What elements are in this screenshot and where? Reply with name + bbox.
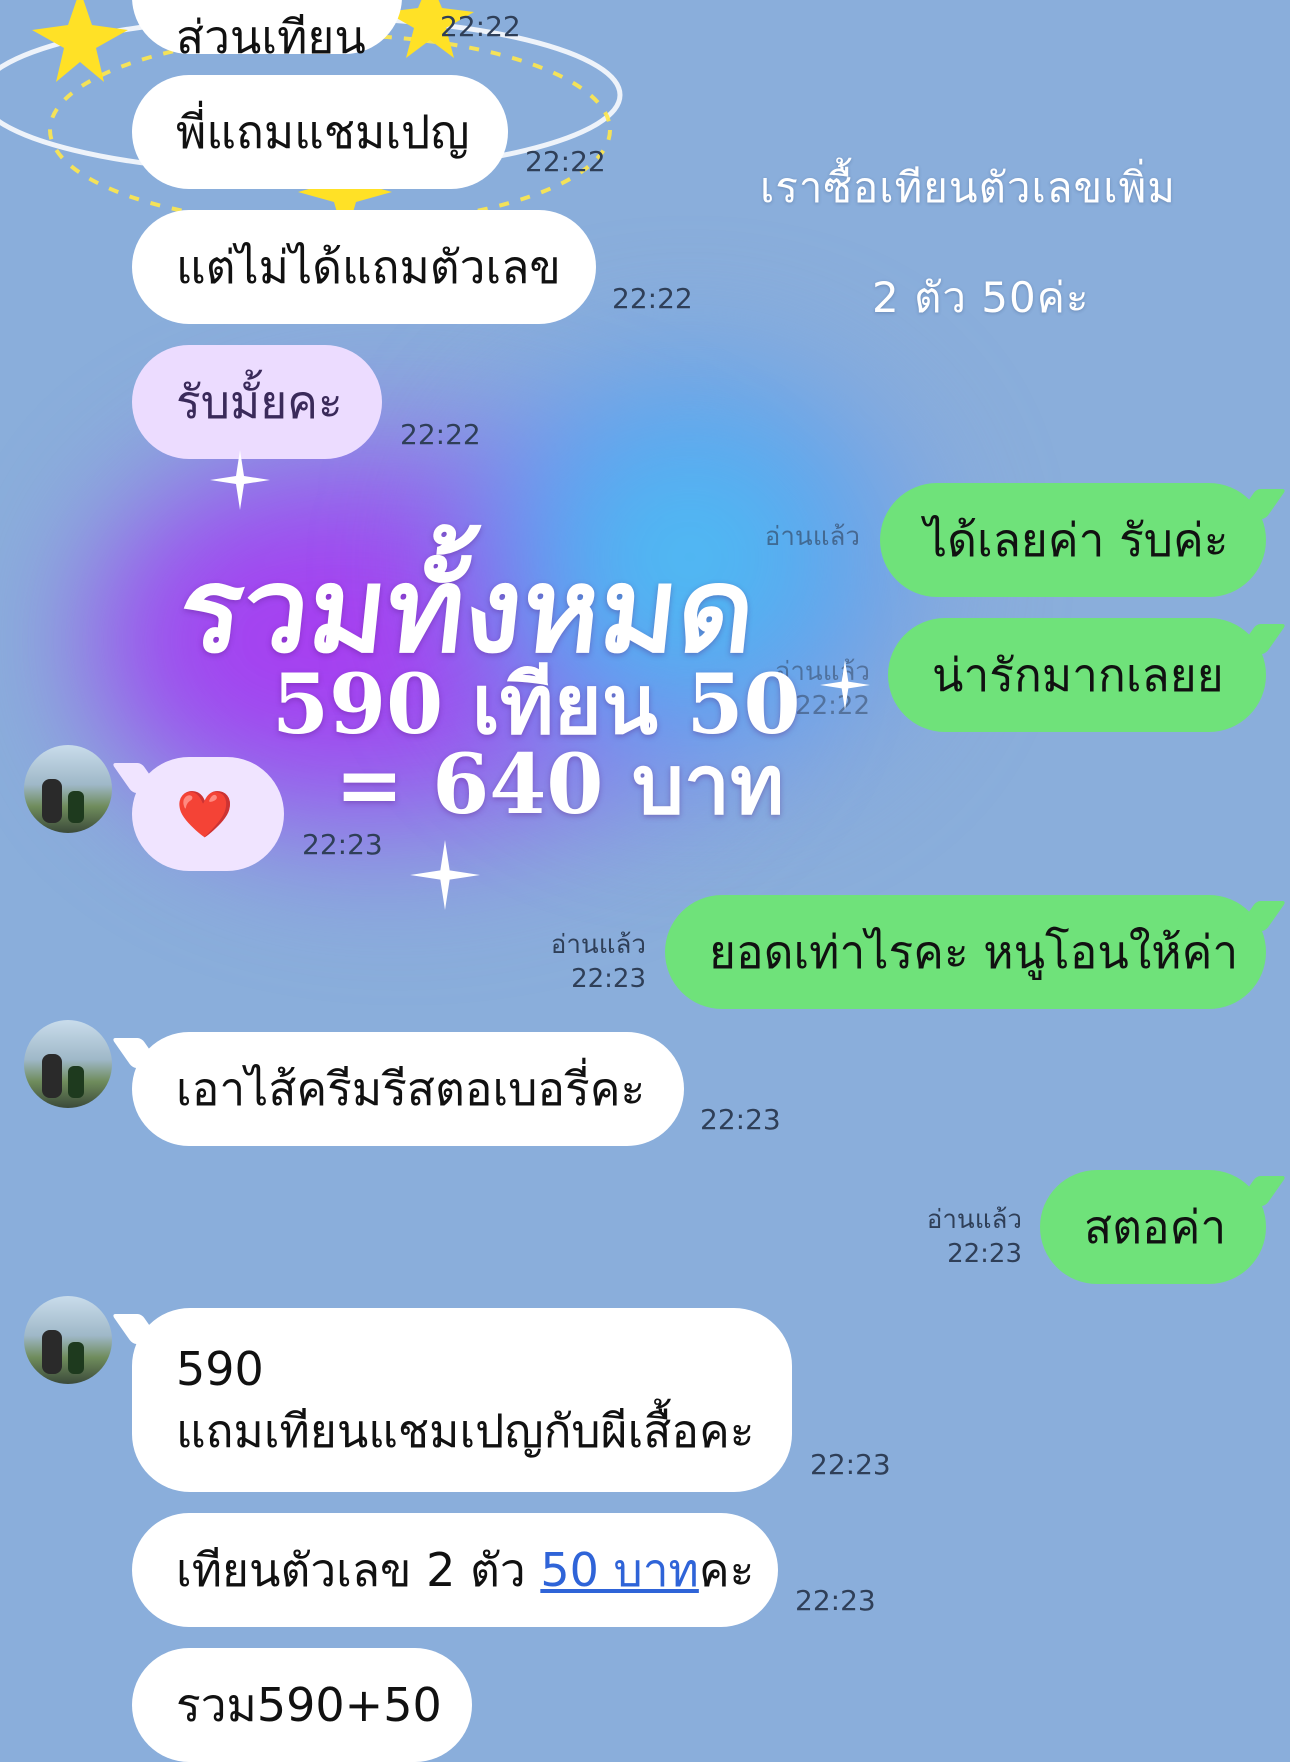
note-line-1: เราซื้อเทียนตัวเลขเพิ่ม	[760, 163, 1176, 212]
read-receipt: อ่านแล้ว 22:23	[530, 928, 646, 996]
outgoing-message[interactable]: น่ารักมากเลยย	[888, 618, 1266, 732]
message-text: รวม590+50	[176, 1677, 442, 1732]
message-time: 22:22	[400, 418, 481, 451]
sparkle-icon	[820, 660, 870, 710]
message-text: พี่แถมแชมเปญ	[176, 104, 470, 159]
outgoing-message[interactable]: ได้เลยค่า รับค่ะ	[880, 483, 1266, 597]
incoming-message[interactable]: ❤️	[132, 757, 284, 871]
sparkle-icon	[210, 450, 270, 510]
message-time: 22:22	[440, 10, 521, 43]
message-text: สตอค่า	[1084, 1199, 1227, 1254]
incoming-message[interactable]: เทียนตัวเลข 2 ตัว 50 บาท คะ	[132, 1513, 778, 1627]
message-text: ส่วนเทียน	[176, 9, 366, 64]
message-time: 22:22	[525, 145, 606, 178]
message-line-1: 590	[176, 1342, 264, 1396]
read-time: 22:23	[571, 964, 646, 994]
incoming-message[interactable]: รวม590+50	[132, 1648, 472, 1762]
contact-avatar[interactable]	[24, 1296, 112, 1384]
outgoing-message[interactable]: สตอค่า	[1040, 1170, 1266, 1284]
message-text: เอาไส้ครีมรีสตอเบอรี่คะ	[176, 1061, 646, 1116]
message-time: 22:22	[612, 282, 693, 315]
incoming-message[interactable]: แต่ไม่ได้แถมตัวเลข	[132, 210, 596, 324]
message-time: 22:23	[810, 1448, 891, 1481]
incoming-message[interactable]: พี่แถมแชมเปญ	[132, 75, 508, 189]
contact-avatar[interactable]	[24, 745, 112, 833]
note-line-2: 2 ตัว 50ค่ะ	[872, 273, 1090, 322]
read-receipt: อ่านแล้ว 22:23	[900, 1203, 1022, 1271]
message-text: ยอดเท่าไรคะ หนูโอนให้ค่า	[709, 924, 1239, 979]
sparkle-icon	[410, 840, 480, 910]
heart-emoji: ❤️	[176, 786, 234, 841]
overlay-sum-line: = 640 บาท	[335, 737, 785, 833]
message-text: ได้เลยค่า รับค่ะ	[924, 512, 1229, 567]
message-line-2: แถมเทียนแชมเปญกับผีเสื้อคะ	[176, 1404, 755, 1458]
incoming-message[interactable]: ส่วนเทียน	[132, 0, 402, 64]
message-time: 22:23	[795, 1584, 876, 1617]
message-text: น่ารักมากเลยย	[932, 647, 1224, 702]
outgoing-message[interactable]: ยอดเท่าไรคะ หนูโอนให้ค่า	[665, 895, 1266, 1009]
message-time: 22:23	[302, 828, 383, 861]
read-label: อ่านแล้ว	[550, 930, 646, 960]
message-time: 22:23	[700, 1103, 781, 1136]
contact-avatar[interactable]	[24, 1020, 112, 1108]
incoming-message[interactable]: 590 แถมเทียนแชมเปญกับผีเสื้อคะ	[132, 1308, 792, 1492]
read-time: 22:23	[947, 1239, 1022, 1269]
star-icon	[32, 0, 128, 82]
message-text-prefix: เทียนตัวเลข 2 ตัว	[176, 1542, 541, 1597]
price-link[interactable]: 50 บาท	[540, 1534, 699, 1607]
message-text: แต่ไม่ได้แถมตัวเลข	[176, 239, 561, 294]
incoming-message[interactable]: รับมั้ยคะ	[132, 345, 382, 459]
incoming-message[interactable]: เอาไส้ครีมรีสตอเบอรี่คะ	[132, 1032, 684, 1146]
message-text-suffix: คะ	[698, 1542, 755, 1597]
message-text: รับมั้ยคะ	[176, 374, 343, 429]
read-label: อ่านแล้ว	[926, 1205, 1022, 1235]
